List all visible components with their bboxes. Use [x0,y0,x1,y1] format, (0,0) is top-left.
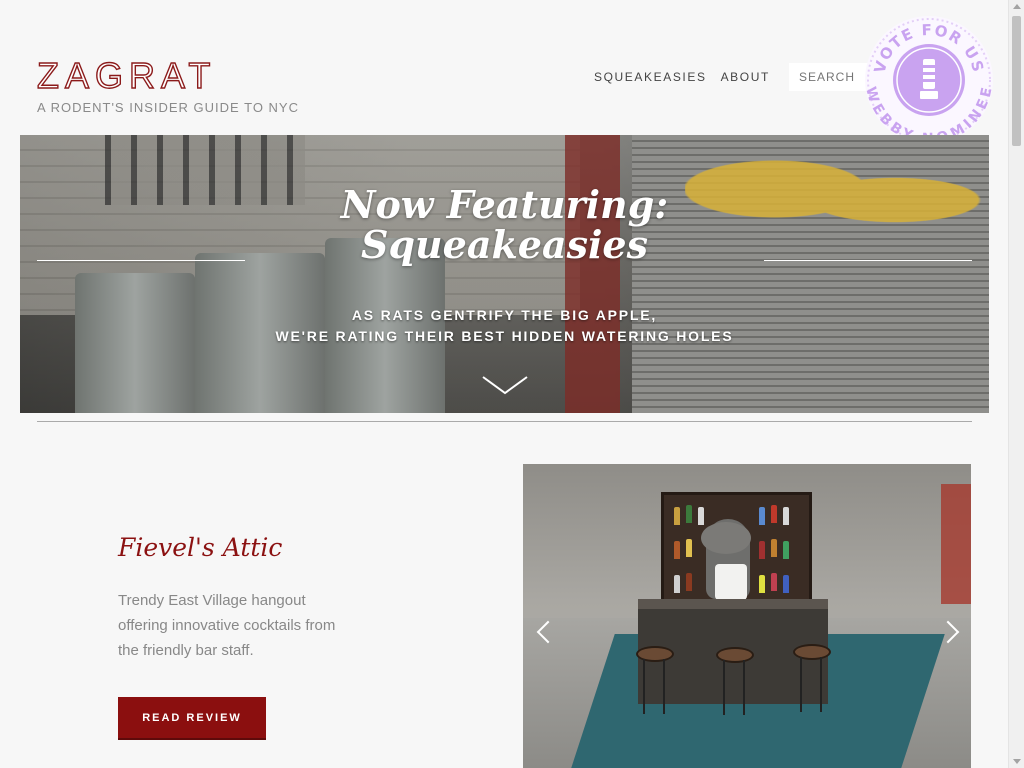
feature-description: Trendy East Village hangout offering inn… [118,592,336,659]
feature-carousel [523,464,971,768]
carousel-red-wall [941,484,971,604]
bottle [759,507,765,525]
nav-link-about[interactable]: ABOUT [721,70,770,84]
bottle [759,541,765,559]
section-divider [37,421,972,422]
bottle [771,573,777,591]
stool-leg [663,659,665,714]
stool-leg [743,660,745,715]
webby-trophy-icon [920,59,938,99]
bottle [783,507,789,525]
bar-stool [636,646,674,662]
site-logo[interactable]: ZAGRAT [36,55,299,96]
scroll-down-icon[interactable] [1013,759,1021,764]
bottle [686,573,692,591]
rat-head [701,522,751,554]
bottle [674,541,680,559]
bottle [783,575,789,593]
hero-title-line: Now Featuring: [340,182,669,227]
hero-subtitle-line: AS RATS GENTRIFY THE BIG APPLE, [351,307,658,323]
webby-badge[interactable]: VOTE FOR US WEBBY NOMINEE [864,15,994,145]
bottle [686,539,692,557]
bottle [759,575,765,593]
main-nav: SQUEAKEASIES ABOUT [594,70,770,84]
brand: ZAGRAT A RODENT'S INSIDER GUIDE TO NYC [36,55,299,115]
rat-apron [715,564,747,600]
stool-leg [820,657,822,712]
bottle [783,541,789,559]
stool-leg [723,660,725,715]
scroll-up-icon[interactable] [1013,4,1021,9]
hero-subtitle: AS RATS GENTRIFY THE BIG APPLE, WE'RE RA… [20,305,989,347]
bottle [698,507,704,525]
hero-banner: Now Featuring: Squeakeasies AS RATS GENT… [20,135,989,413]
hero-subtitle-line: WE'RE RATING THEIR BEST HIDDEN WATERING … [275,328,734,344]
stool-leg [800,657,802,712]
hero-title-line: Squeakeasies [361,222,648,267]
hero-title: Now Featuring: Squeakeasies [20,185,989,265]
chevron-down-icon[interactable] [481,373,529,397]
page-scrollbar[interactable] [1008,0,1024,768]
site-tagline: A RODENT'S INSIDER GUIDE TO NYC [37,100,299,115]
read-review-button[interactable]: READ REVIEW [118,697,266,738]
scrollbar-thumb[interactable] [1012,16,1021,146]
bottle [674,507,680,525]
bottle [771,539,777,557]
feature-title[interactable]: Fievel's Attic [118,533,282,562]
bar-stool [793,644,831,660]
bottle [686,505,692,523]
bar-stool [716,647,754,663]
nav-link-squeakeasies[interactable]: SQUEAKEASIES [594,70,707,84]
bottle [674,575,680,593]
stool-leg [643,659,645,714]
bottle [771,505,777,523]
hero-red-post [565,135,620,413]
